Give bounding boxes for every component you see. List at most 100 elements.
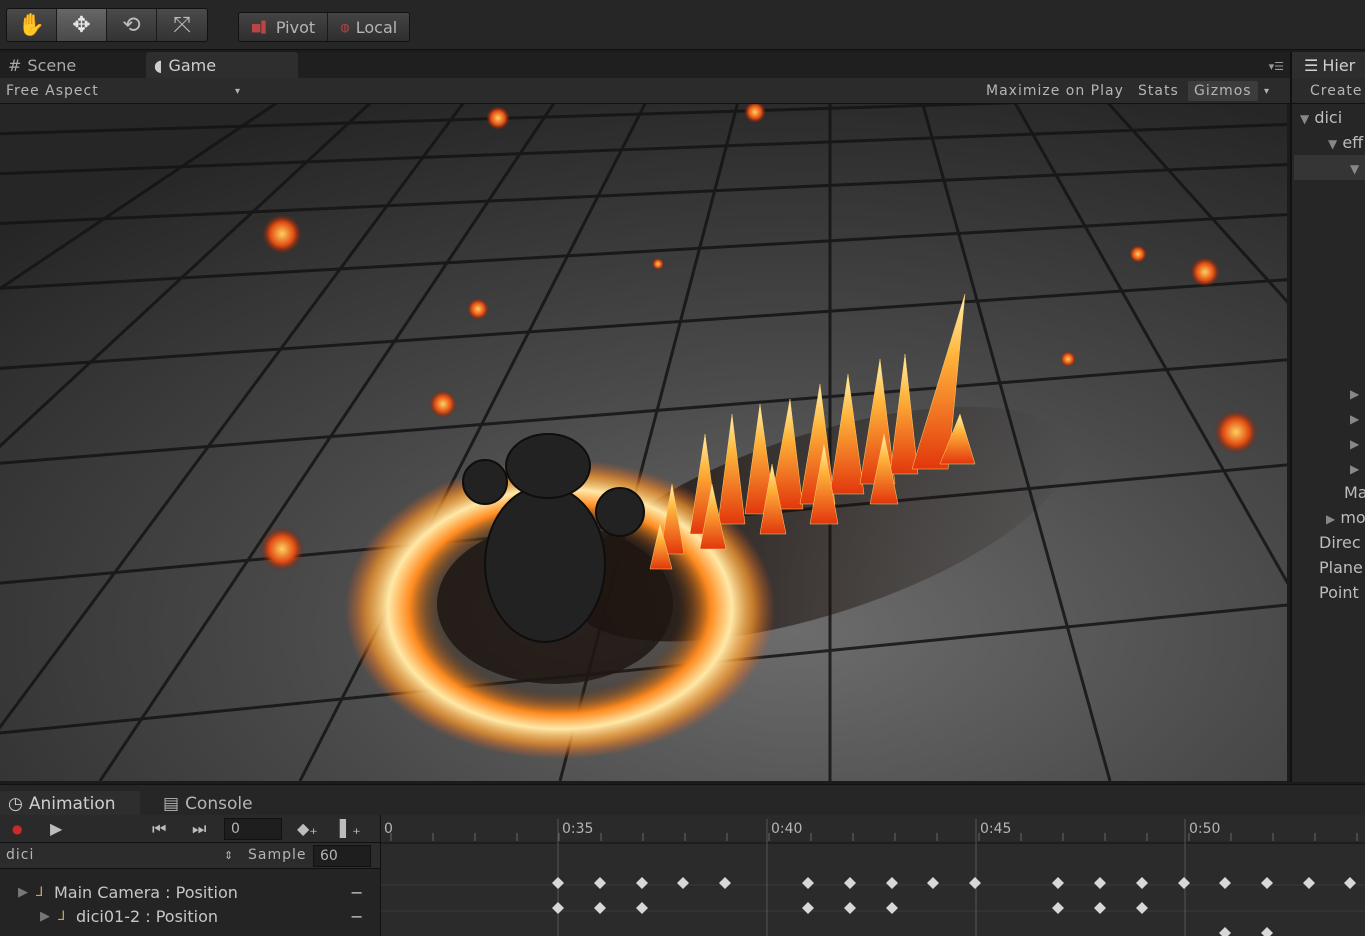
move-tool-button[interactable]: ✥: [57, 9, 107, 41]
maximize-on-play-toggle[interactable]: Maximize on Play: [986, 83, 1124, 99]
add-event-button[interactable]: ▌₊: [340, 819, 361, 838]
rotate-icon: ⟲: [122, 12, 141, 38]
list-icon: ☰: [1304, 55, 1319, 75]
keyframe-marker[interactable]: [1219, 927, 1231, 936]
keyframe-marker[interactable]: [1303, 877, 1315, 889]
keyframe-marker[interactable]: [719, 877, 731, 889]
next-keyframe-button[interactable]: ⏭: [192, 819, 206, 839]
tab-scene[interactable]: # Scene: [0, 52, 84, 78]
expand-arrow-icon[interactable]: ▶: [1350, 462, 1359, 476]
expand-arrow-icon[interactable]: ▶: [18, 885, 28, 900]
expand-arrow-icon[interactable]: ▶: [40, 909, 50, 924]
hierarchy-item[interactable]: ▶: [1350, 408, 1359, 427]
keyframe-marker[interactable]: [594, 902, 606, 914]
keyframe-marker[interactable]: [1094, 902, 1106, 914]
keyframe-marker[interactable]: [886, 902, 898, 914]
expand-arrow-icon[interactable]: ▼: [1300, 112, 1309, 126]
expand-arrow-icon[interactable]: ▼: [1350, 162, 1359, 176]
hierarchy-item[interactable]: ▶: [1350, 458, 1359, 477]
hierarchy-item[interactable]: ▶: [1350, 383, 1359, 402]
keyframe-marker[interactable]: [1094, 877, 1106, 889]
hierarchy-item[interactable]: ▼ eff: [1328, 133, 1363, 152]
expand-arrow-icon[interactable]: ▶: [1326, 512, 1335, 526]
property-remove-icon[interactable]: −: [350, 907, 363, 926]
prev-keyframe-button[interactable]: ⏮: [152, 819, 166, 839]
game-render: [0, 104, 1287, 781]
keyframe-marker[interactable]: [1344, 877, 1356, 889]
clip-dropdown-arrow-icon[interactable]: ⇕: [224, 849, 234, 862]
expand-arrow-icon[interactable]: ▼: [1328, 137, 1337, 151]
hierarchy-item[interactable]: Ma: [1344, 483, 1365, 502]
keyframe-marker[interactable]: [844, 877, 856, 889]
expand-arrow-icon[interactable]: ▶: [1350, 387, 1359, 401]
keyframe-marker[interactable]: [886, 877, 898, 889]
keyframe-marker[interactable]: [1136, 902, 1148, 914]
stats-toggle[interactable]: Stats: [1138, 83, 1179, 99]
keyframe-marker[interactable]: [1052, 877, 1064, 889]
keyframe-marker[interactable]: [1136, 877, 1148, 889]
record-button[interactable]: ●: [12, 822, 22, 836]
keyframe-marker[interactable]: [844, 902, 856, 914]
hierarchy-item[interactable]: ▼ dici: [1300, 108, 1342, 127]
keyframe-marker[interactable]: [1219, 877, 1231, 889]
pivot-button[interactable]: ■▌ Pivot: [239, 13, 329, 41]
property-row[interactable]: ▶ ⅃ dici01-2 : Position −: [0, 905, 380, 929]
scale-tool-button[interactable]: ⤧: [157, 9, 207, 41]
tab-game-label: Game: [168, 55, 217, 75]
keyframe-marker[interactable]: [552, 902, 564, 914]
keyframe-marker[interactable]: [677, 877, 689, 889]
gizmos-dropdown-icon[interactable]: ▾: [1264, 86, 1270, 97]
property-row[interactable]: ▶ ⅃ Main Camera : Position −: [0, 881, 380, 905]
tab-game[interactable]: ◖ Game: [146, 52, 298, 78]
keyframe-marker[interactable]: [636, 877, 648, 889]
expand-arrow-icon[interactable]: ▶: [1350, 412, 1359, 426]
hierarchy-item[interactable]: Point: [1319, 583, 1359, 602]
hierarchy-item-label: eff: [1342, 133, 1364, 152]
hierarchy-item[interactable]: Direc: [1319, 533, 1361, 552]
hierarchy-item-label: Direc: [1319, 533, 1361, 552]
hierarchy-item[interactable]: ▼: [1350, 158, 1359, 177]
keyframe-marker[interactable]: [927, 877, 939, 889]
hierarchy-item-label: Plane: [1319, 558, 1363, 577]
dopesheet-timeline[interactable]: 0 0:35 0:40 0:45 0:50: [380, 815, 1365, 936]
sample-input[interactable]: 60: [313, 845, 371, 867]
tab-hierarchy[interactable]: ☰ Hier: [1292, 52, 1365, 78]
keyframe-marker[interactable]: [802, 877, 814, 889]
timeline-graphic: 0 0:35 0:40 0:45 0:50: [381, 815, 1365, 936]
keyframe-marker[interactable]: [969, 877, 981, 889]
keyframe-marker[interactable]: [636, 902, 648, 914]
keyframe-marker[interactable]: [594, 877, 606, 889]
keyframe-marker[interactable]: [802, 902, 814, 914]
hand-tool-button[interactable]: ✋: [7, 9, 57, 41]
keyframe-marker[interactable]: [1178, 877, 1190, 889]
tab-console[interactable]: ▤ Console: [155, 791, 261, 817]
tab-animation-label: Animation: [28, 794, 116, 814]
keyframe-marker[interactable]: [552, 877, 564, 889]
clip-dropdown[interactable]: dici: [6, 847, 34, 863]
aspect-dropdown-arrow-icon[interactable]: ▾: [235, 86, 241, 97]
keyframe-marker[interactable]: [1052, 902, 1064, 914]
hierarchy-item[interactable]: Plane: [1319, 558, 1363, 577]
local-label: Local: [355, 17, 398, 37]
frame-input[interactable]: 0: [224, 818, 282, 840]
panel-menu-icon[interactable]: ▾☰: [1269, 60, 1284, 73]
tab-animation[interactable]: ◷ Animation: [0, 791, 140, 817]
gizmos-toggle[interactable]: Gizmos: [1188, 81, 1258, 101]
property-remove-icon[interactable]: −: [350, 883, 363, 902]
create-dropdown[interactable]: Create: [1292, 78, 1365, 104]
play-button[interactable]: ▶: [50, 819, 62, 838]
rotate-tool-button[interactable]: ⟲: [107, 9, 157, 41]
property-label: dici01-2 : Position: [76, 907, 219, 926]
aspect-dropdown[interactable]: Free Aspect: [6, 83, 99, 99]
game-viewport[interactable]: [0, 104, 1287, 781]
pivot-label: Pivot: [275, 17, 316, 37]
timeline-time-label: 0:35: [562, 821, 593, 837]
timeline-time-label: 0:50: [1189, 821, 1220, 837]
keyframe-marker[interactable]: [1261, 877, 1273, 889]
expand-arrow-icon[interactable]: ▶: [1350, 437, 1359, 451]
hierarchy-item[interactable]: ▶ mo: [1326, 508, 1365, 527]
keyframe-marker[interactable]: [1261, 927, 1273, 936]
local-button[interactable]: ◍ Local: [328, 13, 410, 41]
add-keyframe-button[interactable]: ◆₊: [297, 819, 318, 838]
hierarchy-item[interactable]: ▶: [1350, 433, 1359, 452]
